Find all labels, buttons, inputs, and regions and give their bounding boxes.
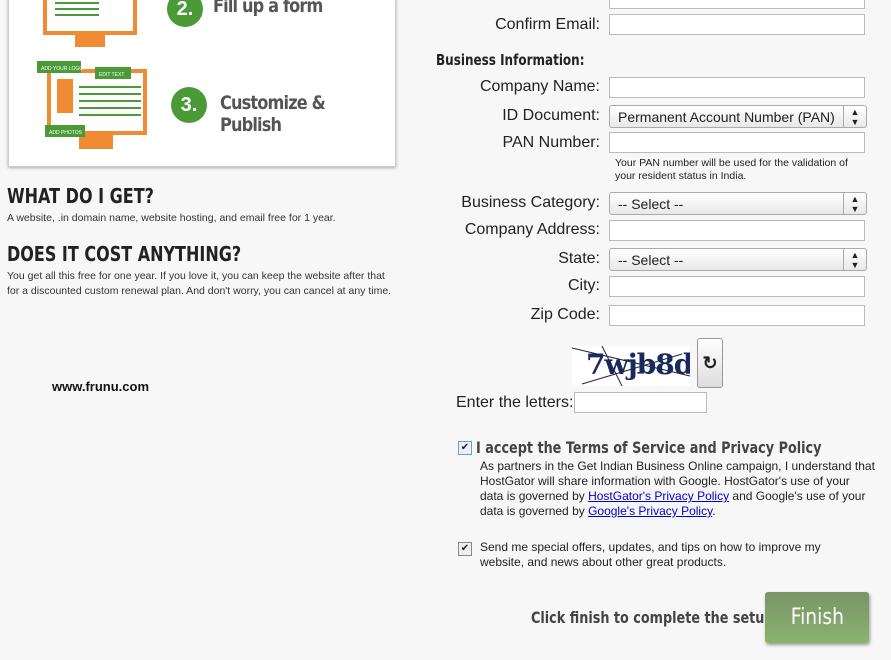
email-field[interactable] (609, 0, 865, 9)
category-select[interactable]: -- Select -- ▲ ▼ (609, 192, 867, 215)
step-2-badge: 2. (167, 0, 203, 27)
captcha-label: Enter the letters: (456, 394, 574, 411)
finish-prompt: Click finish to complete the setup. (531, 608, 779, 627)
category-label: Business Category: (461, 194, 600, 211)
pan-field[interactable] (609, 132, 865, 153)
select-arrows-icon: ▲ ▼ (843, 249, 866, 271)
accept-terms-label: I accept the Terms of Service and Privac… (476, 438, 822, 457)
what-heading: WHAT DO I GET? (7, 184, 154, 208)
pan-hint: Your PAN number will be used for the val… (615, 157, 848, 182)
finish-button[interactable]: Finish (765, 592, 869, 643)
zip-field[interactable] (609, 305, 865, 326)
add-photos-tag: ADD PHOTOS (49, 130, 83, 136)
id-document-label: ID Document: (502, 107, 600, 124)
city-label: City: (568, 277, 600, 294)
google-privacy-link[interactable]: Google's Privacy Policy (588, 504, 712, 518)
offers-checkbox[interactable]: ✔ (458, 542, 472, 556)
hostgator-privacy-link[interactable]: HostGator's Privacy Policy (588, 489, 729, 503)
address-field[interactable] (609, 220, 865, 241)
refresh-icon: ↻ (702, 353, 718, 373)
customize-illustration: ADD YOUR LOGO EDIT TEXT ADD PHOTOS (37, 61, 147, 149)
select-arrows-icon: ▲ ▼ (843, 193, 866, 215)
confirm-email-field[interactable] (609, 14, 865, 35)
captcha-input[interactable] (574, 392, 707, 413)
company-name-label: Company Name: (479, 78, 600, 95)
captcha-text: 7wjb8d (586, 348, 690, 381)
company-name-field[interactable] (609, 77, 865, 98)
address-label: Company Address: (464, 221, 600, 238)
accept-terms-checkbox[interactable]: ✔ (458, 441, 472, 455)
id-document-value: Permanent Account Number (PAN) (618, 109, 835, 125)
step-2-label: Fill up a form (213, 0, 323, 17)
confirm-email-label: Confirm Email: (495, 16, 600, 33)
id-document-select[interactable]: Permanent Account Number (PAN) ▲ ▼ (609, 105, 867, 128)
monitor-illustration (43, 0, 137, 47)
pan-label: PAN Number: (502, 134, 600, 151)
offers-label: Send me special offers, updates, and tip… (480, 540, 821, 569)
zip-label: Zip Code: (530, 306, 600, 323)
state-label: State: (558, 250, 600, 267)
watermark: www.frunu.com (52, 379, 150, 394)
captcha-image: 7wjb8d (572, 346, 690, 386)
finish-button-label: Finish (790, 605, 844, 630)
add-logo-tag: ADD YOUR LOGO (41, 66, 83, 72)
refresh-captcha-button[interactable]: ↻ (697, 338, 723, 388)
step-3-badge: 3. (171, 87, 207, 123)
select-arrows-icon: ▲ ▼ (843, 106, 866, 128)
city-field[interactable] (609, 276, 865, 297)
state-select[interactable]: -- Select -- ▲ ▼ (609, 248, 867, 271)
state-value: -- Select -- (618, 252, 684, 268)
category-value: -- Select -- (618, 196, 684, 212)
terms-text-3: . (712, 504, 716, 518)
accept-terms-text: As partners in the Get Indian Business O… (480, 459, 875, 519)
cost-heading: DOES IT COST ANYTHING? (7, 242, 242, 266)
section-title: Business Information: (436, 51, 585, 69)
edit-text-tag: EDIT TEXT (99, 72, 124, 78)
